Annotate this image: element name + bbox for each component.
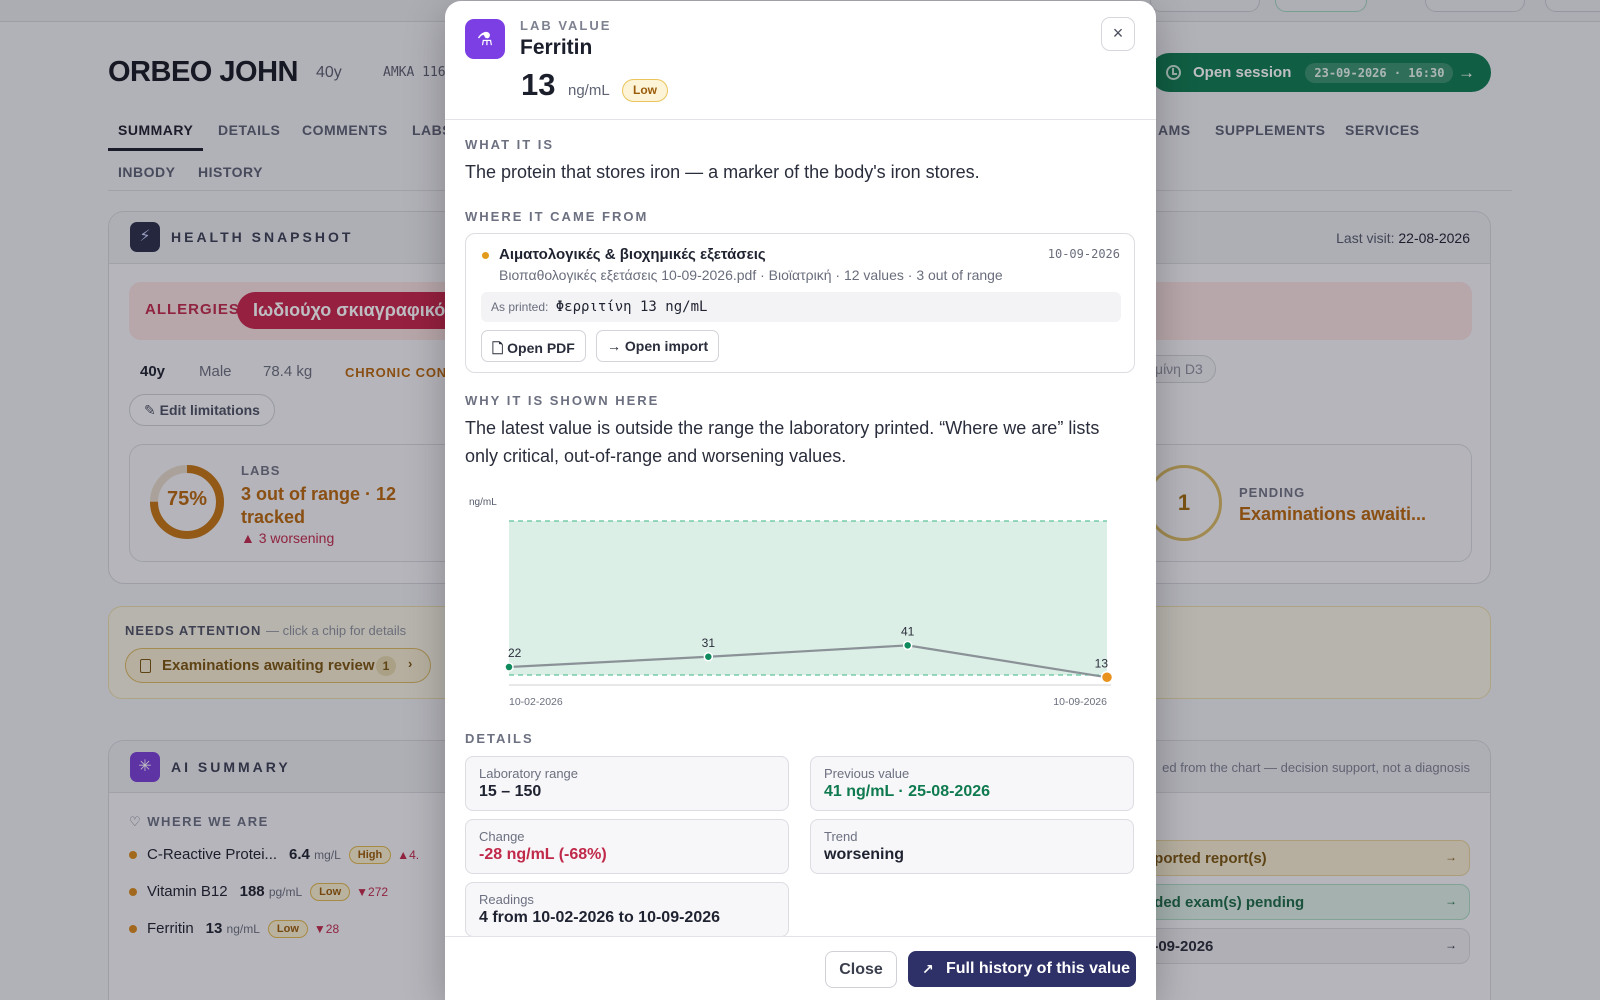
trend-chart: ng/mL 22 31 41 13 10-02-2026 10-09-2026: [465, 491, 1135, 721]
what-it-is-label: WHAT IT IS: [465, 137, 555, 152]
detail-label: Laboratory range: [479, 766, 579, 781]
source-title: Αιματολογικές & βιοχημικές εξετάσεις: [499, 246, 766, 263]
open-import-button[interactable]: → Open import: [596, 330, 720, 362]
dialog-footer: Close ↗ Full history of this value: [445, 936, 1156, 1000]
dialog-header: ⚗ LAB VALUE Ferritin 13 ng/mL Low ×: [445, 1, 1156, 120]
dialog-kicker: LAB VALUE: [520, 18, 612, 33]
arrow-right-icon: →: [607, 338, 625, 354]
detail-label: Trend: [824, 829, 858, 844]
data-label: 31: [702, 636, 716, 650]
why-shown-text: The latest value is outside the range th…: [465, 418, 1100, 466]
detail-value: 4 from 10-02-2026 to 10-09-2026: [479, 909, 721, 926]
as-printed-label: As printed:: [491, 300, 549, 314]
detail-value: worsening: [824, 846, 905, 863]
y-axis-label: ng/mL: [469, 497, 497, 508]
detail-lab-range: Laboratory range 15 – 150: [465, 756, 789, 811]
detail-label: Previous value: [824, 766, 910, 781]
flask-icon: ⚗: [465, 19, 505, 59]
full-history-button[interactable]: ↗ Full history of this value: [908, 951, 1136, 987]
detail-label: Readings: [479, 892, 534, 907]
data-label: 41: [901, 624, 915, 638]
close-button[interactable]: Close: [825, 951, 897, 988]
document-icon: 🗋: [492, 340, 508, 356]
what-it-is-text: The protein that stores iron — a marker …: [465, 162, 980, 182]
detail-readings: Readings 4 from 10-02-2026 to 10-09-2026: [465, 882, 789, 937]
detail-trend: Trend worsening: [810, 819, 1134, 874]
open-import-label: Open import: [624, 338, 709, 354]
lab-value-dialog: ⚗ LAB VALUE Ferritin 13 ng/mL Low × WHAT…: [445, 1, 1156, 1000]
source-meta: Βιοπαθολογικές εξετάσεις 10-09-2026.pdf …: [499, 267, 1003, 283]
details-label: DETAILS: [465, 731, 534, 746]
lab-value: 13: [521, 67, 556, 102]
data-label: 13: [1095, 656, 1109, 670]
detail-value: 15 – 150: [479, 783, 542, 800]
detail-previous-value: Previous value 41 ng/mL · 25-08-2026: [810, 756, 1134, 811]
why-shown-label: WHY IT IS SHOWN HERE: [465, 393, 660, 408]
source-card: Αιματολογικές & βιοχημικές εξετάσεις 10-…: [465, 233, 1135, 373]
status-dot: [482, 252, 489, 259]
where-it-came-from-label: WHERE IT CAME FROM: [465, 209, 649, 224]
as-printed-box: As printed: Φερριτίνη 13 ng/mL: [481, 292, 1121, 322]
flag-badge: Low: [622, 79, 668, 102]
data-point: [902, 640, 913, 651]
data-point: [504, 662, 514, 672]
trend-chart-svg: ng/mL 22 31 41 13 10-02-2026 10-09-2026: [469, 497, 1114, 708]
detail-label: Change: [479, 829, 525, 844]
trend-up-icon: ↗: [922, 961, 934, 977]
source-date: 10-09-2026: [1047, 247, 1120, 261]
detail-change: Change -28 ng/mL (-68%): [465, 819, 789, 874]
x-tick-label: 10-09-2026: [1053, 696, 1107, 708]
as-printed-value: Φερριτίνη 13 ng/mL: [555, 299, 708, 315]
detail-value: 41 ng/mL · 25-08-2026: [824, 783, 991, 800]
lab-unit: ng/mL: [568, 82, 610, 99]
data-point: [703, 652, 714, 662]
open-pdf-label: Open PDF: [507, 340, 575, 356]
data-label: 22: [508, 646, 522, 660]
dialog-title: Ferritin: [520, 36, 593, 59]
open-pdf-button[interactable]: 🗋 Open PDF: [481, 330, 586, 362]
x-tick-label: 10-02-2026: [509, 696, 563, 708]
detail-value: -28 ng/mL (-68%): [479, 846, 607, 863]
close-icon[interactable]: ×: [1101, 17, 1135, 51]
full-history-label: Full history of this value: [946, 960, 1131, 977]
data-point: [1100, 671, 1114, 684]
